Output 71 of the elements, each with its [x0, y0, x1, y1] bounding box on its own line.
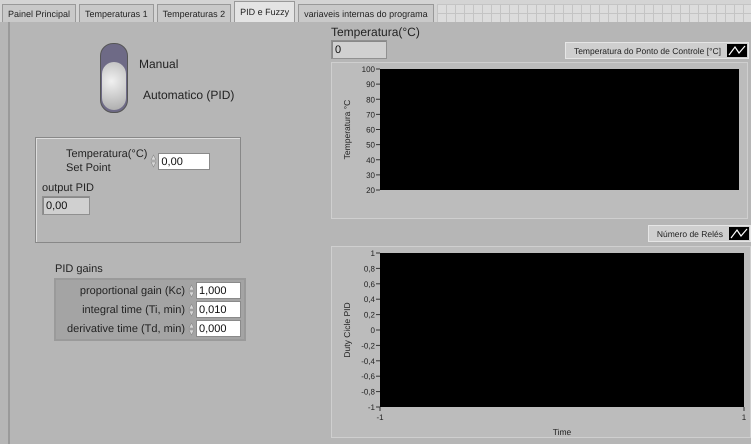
tick-mark	[376, 360, 380, 362]
plot-legend[interactable]: Número de Relés	[648, 225, 751, 242]
gain-label: proportional gain (Kc)	[80, 284, 185, 296]
output-field: 0,00	[42, 196, 90, 215]
tick-mark	[376, 144, 380, 146]
tab[interactable]: Temperaturas 2	[156, 4, 232, 22]
tick-label: 0,4	[364, 295, 375, 304]
gain-label: integral time (Ti, min)	[82, 304, 185, 316]
tick-label: 0	[370, 326, 375, 335]
tick-mark	[376, 129, 380, 130]
tick-label: 1	[370, 249, 375, 258]
setpoint-field[interactable]: 0,00	[158, 152, 210, 170]
tick-label: 50	[366, 140, 375, 150]
increment-arrows-icon[interactable]	[150, 154, 158, 168]
setpoint-label: Temperatura(°C) Set Point	[66, 147, 148, 175]
tick-label: 80	[366, 95, 375, 104]
tick-label: -0,2	[361, 341, 375, 350]
increment-arrows-icon[interactable]	[188, 322, 195, 336]
tick-label: -0,6	[361, 372, 375, 382]
tick-mark	[376, 376, 380, 377]
tick-label: 70	[366, 110, 375, 120]
axis-title: Temperatura °C	[342, 100, 352, 160]
plot-line-icon	[727, 44, 747, 57]
tab[interactable]: Painel Principal	[2, 4, 76, 22]
indicator-label: Temperatura(°C)	[331, 25, 421, 39]
tick-label: 40	[366, 156, 375, 165]
tab[interactable]: PID e Fuzzy	[234, 1, 296, 22]
toggle-switch[interactable]	[100, 43, 128, 113]
plot-line-icon	[729, 227, 749, 240]
output-label: output PID	[42, 182, 95, 194]
tick-label: -0,8	[361, 388, 375, 397]
tick-label: 20	[366, 186, 375, 195]
tick-mark	[376, 252, 380, 254]
temperature-field: 0	[331, 40, 387, 59]
tick-mark	[376, 84, 380, 85]
tick-label: 60	[366, 126, 375, 134]
tick-mark	[376, 68, 380, 70]
tick-label: 30	[366, 170, 375, 180]
tick-mark	[376, 159, 380, 160]
tick-label: -1	[368, 403, 375, 412]
tick-mark	[376, 283, 380, 284]
gain-field[interactable]: 1,000	[196, 282, 241, 299]
axis-title: Time	[552, 427, 572, 437]
tick-label: -0,4	[361, 356, 375, 366]
tick-mark	[376, 344, 380, 346]
tick-mark	[376, 98, 380, 100]
tick-label: 0,6	[364, 280, 375, 289]
tick-label: -1	[376, 413, 384, 422]
gain-field[interactable]: 0,010	[196, 301, 241, 318]
axis-title: Duty Cicle PID	[342, 302, 352, 358]
gain-field[interactable]: 0,000	[196, 320, 241, 337]
gain-label: derivative time (Td, min)	[67, 322, 185, 334]
tick-mark	[376, 314, 380, 316]
plot-legend[interactable]: Temperatura do Ponto de Controle [°C]	[564, 42, 749, 59]
tick-mark	[376, 174, 380, 176]
increment-arrows-icon[interactable]	[188, 302, 195, 316]
switch-label: Automatico (PID)	[143, 88, 234, 102]
gains-title: PID gains	[55, 263, 104, 275]
tick-mark	[376, 268, 380, 269]
switch-label: Manual	[139, 57, 180, 71]
tick-mark	[376, 391, 380, 392]
tick-label: 100	[362, 65, 375, 74]
tick-label: 1	[742, 413, 746, 422]
tick-mark	[376, 114, 380, 115]
tab[interactable]: variaveis internas do programa	[298, 4, 434, 22]
increment-arrows-icon[interactable]	[188, 284, 195, 298]
tab[interactable]: Temperaturas 1	[79, 4, 154, 22]
tick-label: 90	[366, 80, 375, 90]
tick-mark	[376, 298, 380, 300]
tick-label: 0,8	[364, 264, 375, 274]
tick-label: 0,2	[364, 310, 375, 320]
